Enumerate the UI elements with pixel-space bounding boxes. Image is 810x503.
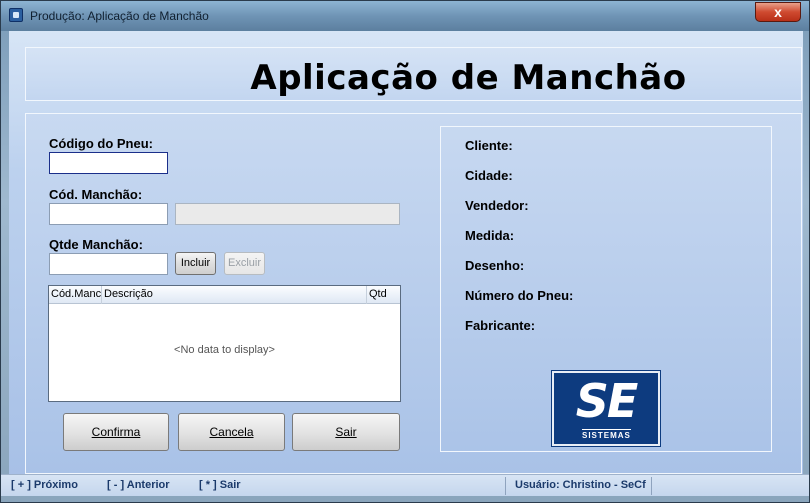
status-sair: [ * ] Sair [199,479,241,491]
status-divider [505,477,506,495]
status-usuario: Usuário: Christino - SeCf [515,479,646,491]
page-title: Aplicação de Manchão [250,58,687,98]
info-panel: Cliente: Cidade: Vendedor: Medida: Desen… [440,126,772,452]
column-header-qtd[interactable]: Qtd [367,286,400,304]
codigo-pneu-input[interactable] [49,152,168,174]
qtde-manchao-input[interactable] [49,253,168,275]
app-window: Produção: Aplicação de Manchão x Aplicaç… [0,0,810,503]
numero-pneu-label: Número do Pneu: [465,288,574,303]
status-anterior: [ - ] Anterior [107,479,170,491]
confirma-label: Confirma [91,425,141,439]
cod-manchao-label: Cód. Manchão: [49,187,143,202]
medida-label: Medida: [465,228,515,243]
qtde-manchao-label: Qtde Manchão: [49,237,143,252]
cancela-button[interactable]: Cancela [178,413,285,451]
manchao-descricao-field [175,203,400,225]
status-proximo: [ + ] Próximo [11,479,78,491]
logo-subtext: SISTEMAS [582,429,631,440]
sair-button[interactable]: Sair [292,413,400,451]
sair-label: Sair [335,425,357,439]
cancela-label: Cancela [209,425,254,439]
cliente-label: Cliente: [465,138,513,153]
window-title: Produção: Aplicação de Manchão [30,9,209,23]
header-panel: Aplicação de Manchão [25,47,802,101]
grid-header: Cód.Manc Descrição Qtd [49,286,400,304]
desenho-label: Desenho: [465,258,525,273]
confirma-button[interactable]: Confirma [63,413,169,451]
status-divider [651,477,652,495]
cod-manchao-input[interactable] [49,203,168,225]
fabricante-label: Fabricante: [465,318,536,333]
logo-text: SE [575,374,639,428]
column-header-cod-manc[interactable]: Cód.Manc [49,286,102,304]
main-panel: Código do Pneu: Cód. Manchão: Qtde Manch… [25,113,802,474]
codigo-pneu-label: Código do Pneu: [49,136,153,151]
excluir-button[interactable]: Excluir [224,252,265,275]
app-icon [9,8,23,22]
title-bar[interactable]: Produção: Aplicação de Manchão x [1,1,809,31]
company-logo: SE SISTEMAS [551,370,661,447]
vendedor-label: Vendedor: [465,198,529,213]
grid-empty-message: <No data to display> [174,344,275,356]
client-area: Aplicação de Manchão Código do Pneu: Cód… [9,31,803,496]
status-bar: [ + ] Próximo [ - ] Anterior [ * ] Sair … [1,474,809,496]
column-header-descricao[interactable]: Descrição [102,286,367,304]
incluir-button[interactable]: Incluir [175,252,216,275]
close-button[interactable]: x [755,2,801,22]
cidade-label: Cidade: [465,168,513,183]
manchao-grid[interactable]: Cód.Manc Descrição Qtd <No data to displ… [48,285,401,402]
